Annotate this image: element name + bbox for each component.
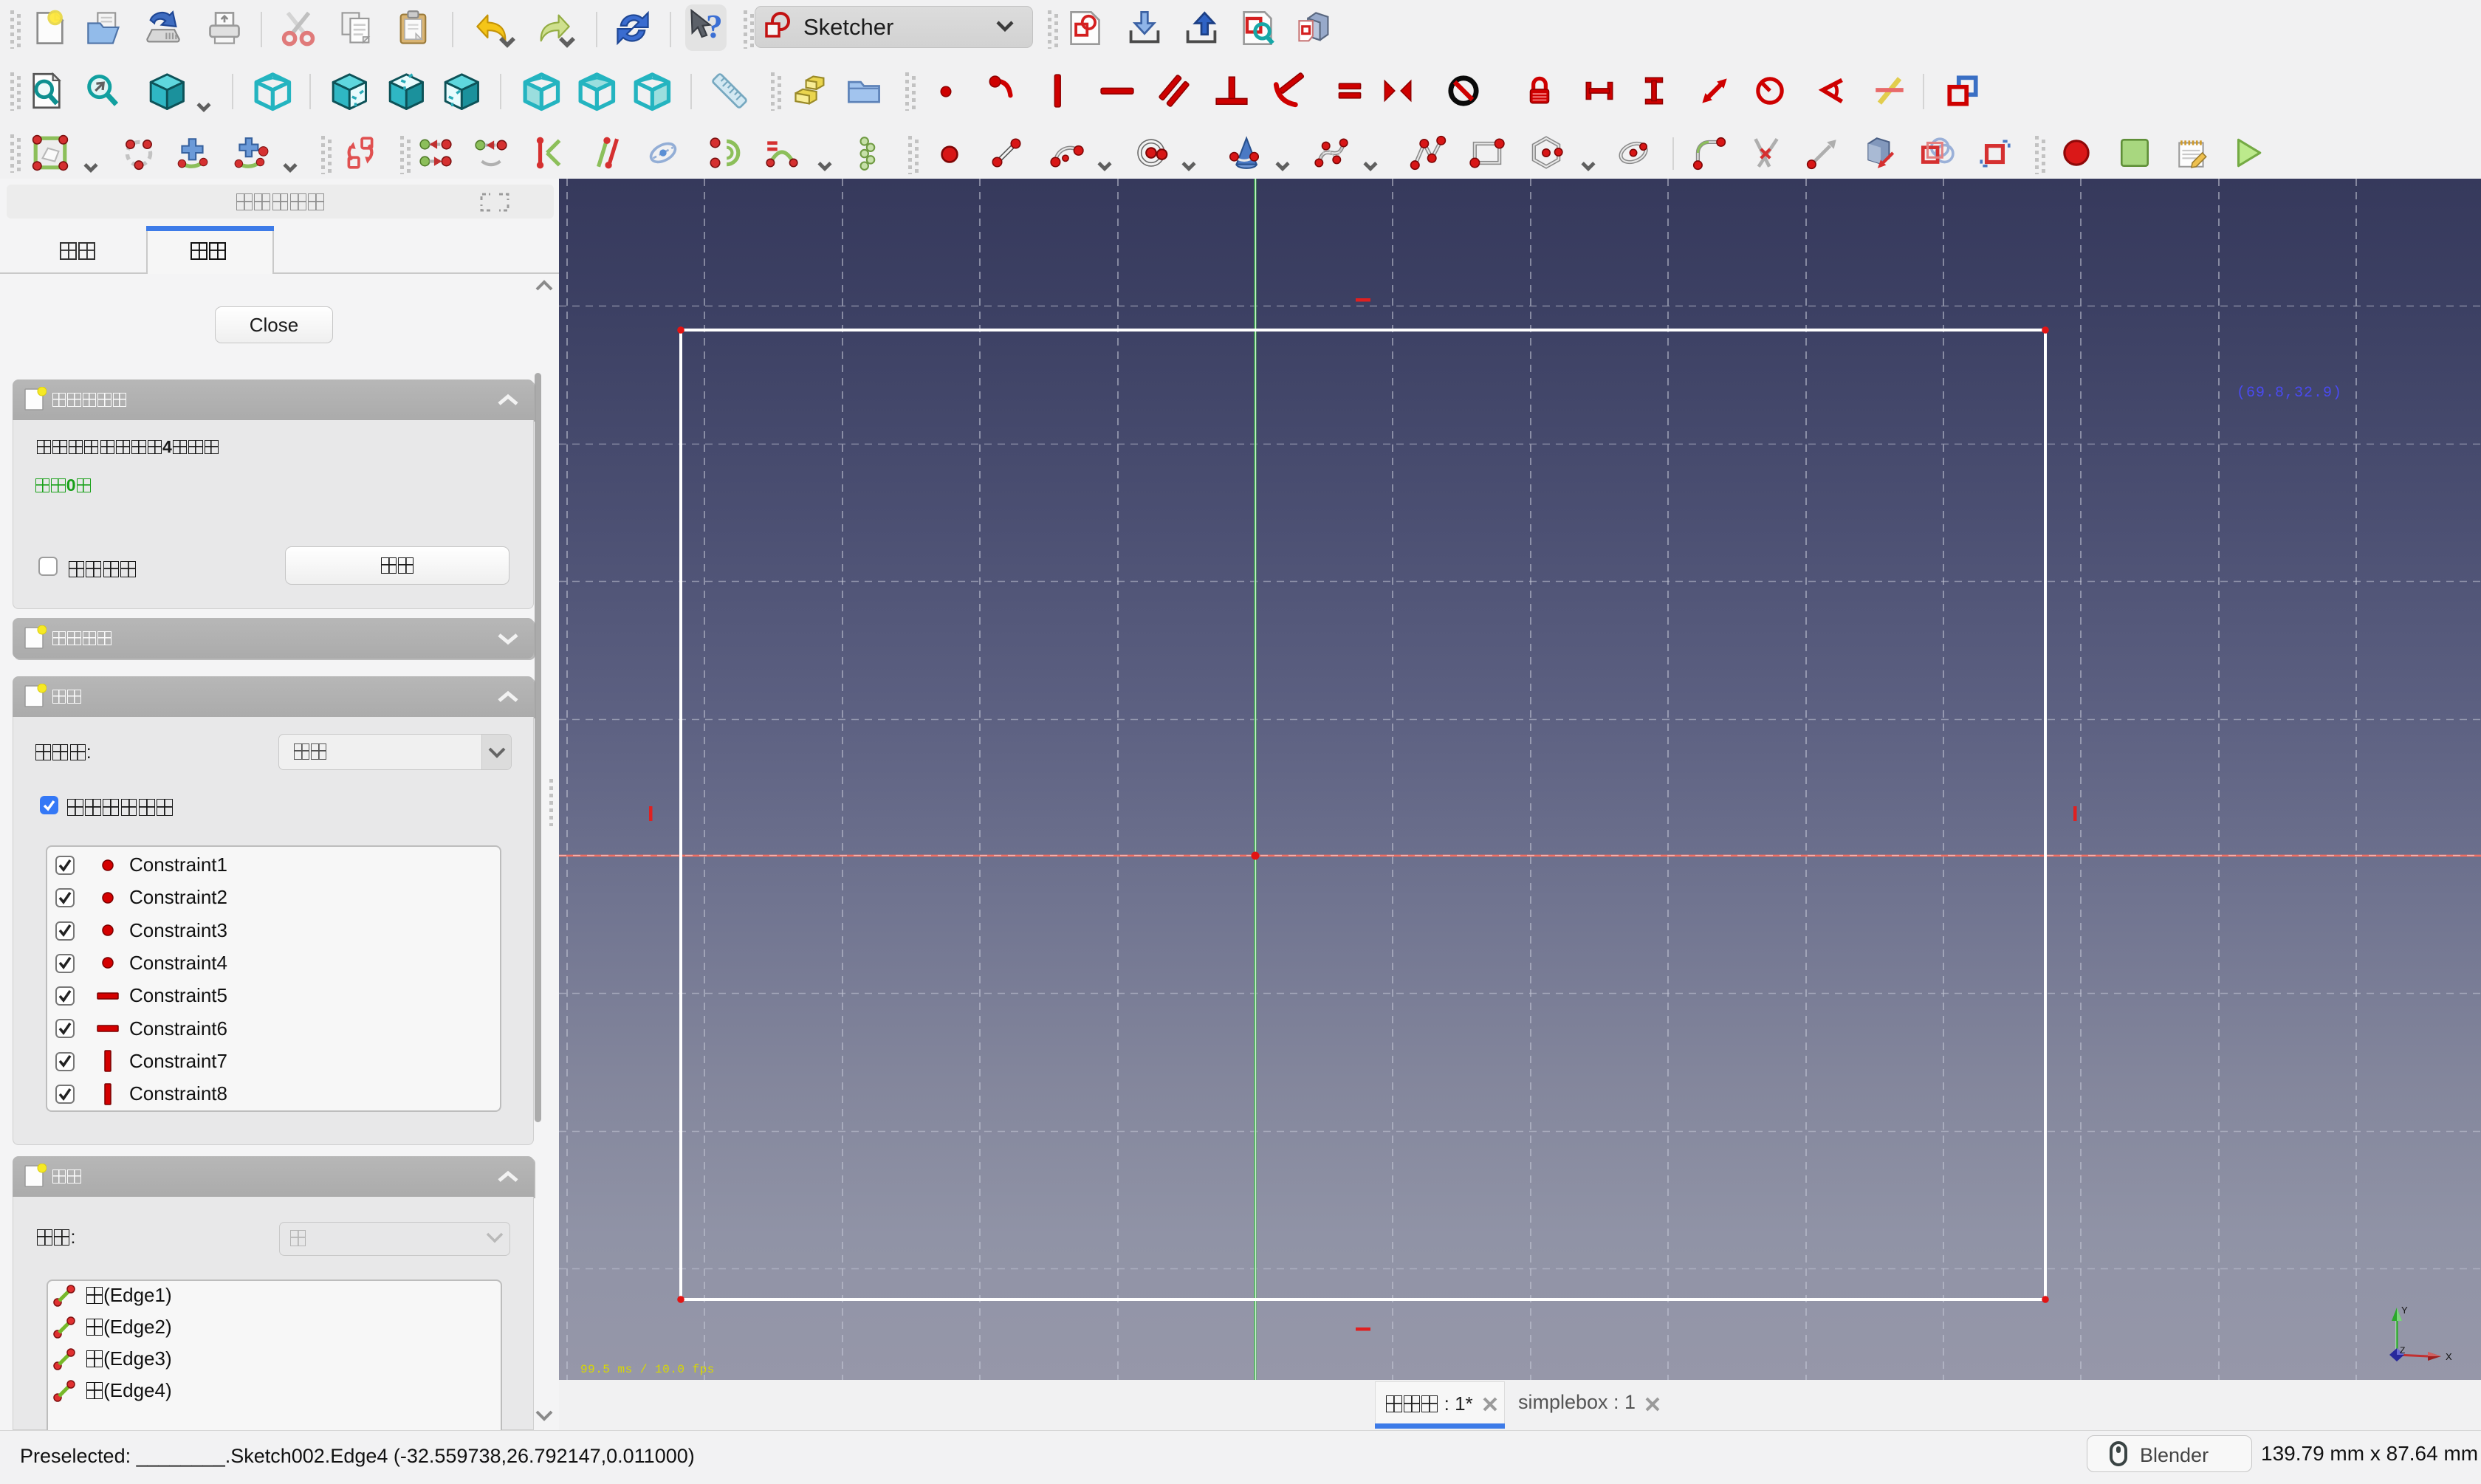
svg-text:?: ? <box>706 9 723 45</box>
svg-text:Y: Y <box>2401 1305 2408 1316</box>
svg-text:X: X <box>2446 1351 2452 1362</box>
svg-text:Z: Z <box>2400 1345 2405 1356</box>
